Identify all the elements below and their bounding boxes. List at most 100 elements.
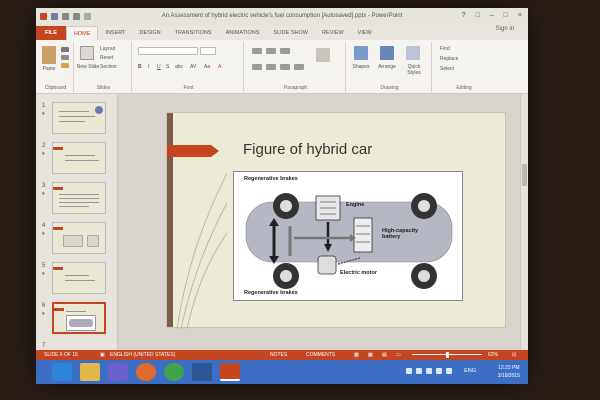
slide-accent-arrow: [167, 145, 219, 157]
find-button[interactable]: Find: [440, 46, 450, 52]
tab-insert[interactable]: INSERT: [98, 26, 132, 40]
zoom-level[interactable]: 62%: [488, 352, 498, 358]
char-spacing-button[interactable]: AV: [190, 64, 196, 70]
tab-design[interactable]: DESIGN: [133, 26, 168, 40]
normal-view-icon[interactable]: ▦: [354, 352, 359, 358]
tab-review[interactable]: REVIEW: [315, 26, 351, 40]
volume-icon[interactable]: [436, 368, 442, 374]
tray-icon[interactable]: [416, 368, 422, 374]
thumbnail-row[interactable]: 3 ★: [36, 182, 118, 218]
select-button[interactable]: Select: [440, 66, 454, 72]
slide-thumbnails-pane: 1 ★ 2 ★ 3 ★ 4 ★ 5 ★ 6 ★ 7: [36, 94, 118, 350]
thumbnail-row[interactable]: 1 ★: [36, 102, 118, 138]
battery-icon[interactable]: [446, 368, 452, 374]
underline-button[interactable]: U: [157, 64, 161, 70]
help-button[interactable]: ?: [462, 12, 466, 19]
scrollbar-thumb[interactable]: [522, 164, 527, 186]
align-center-icon[interactable]: [266, 64, 276, 70]
language-indicator[interactable]: ENGLISH (UNITED STATES): [110, 352, 175, 358]
fit-slide-icon[interactable]: ⊡: [512, 352, 516, 358]
replace-button[interactable]: Replace: [440, 56, 458, 62]
font-color-button[interactable]: A: [218, 64, 221, 70]
reading-view-icon[interactable]: ▤: [382, 352, 387, 358]
tab-view[interactable]: VIEW: [351, 26, 379, 40]
italic-button[interactable]: I: [148, 64, 149, 70]
tray-icon[interactable]: [406, 368, 412, 374]
slide-title[interactable]: Figure of hybrid car: [243, 141, 372, 158]
powerpoint-taskbar-icon[interactable]: [220, 363, 240, 381]
numbering-icon[interactable]: [266, 48, 276, 54]
slide-thumbnail[interactable]: [52, 102, 106, 134]
section-button[interactable]: Section: [100, 64, 117, 70]
new-slide-button[interactable]: New Slide: [76, 64, 100, 70]
thumbnail-row[interactable]: 6 ★: [36, 302, 118, 338]
bold-button[interactable]: B: [138, 64, 142, 70]
cut-icon[interactable]: [61, 47, 69, 52]
vertical-scrollbar[interactable]: [520, 94, 528, 350]
quick-styles-button[interactable]: Quick Styles: [402, 64, 426, 76]
new-slide-icon[interactable]: [80, 46, 94, 60]
zoom-slider-thumb[interactable]: [446, 352, 449, 358]
word-icon[interactable]: [192, 363, 212, 381]
font-group-label: Font: [183, 85, 194, 91]
shapes-button[interactable]: Shapes: [350, 64, 372, 70]
align-left-icon[interactable]: [252, 64, 262, 70]
tab-file[interactable]: FILE: [36, 26, 66, 40]
maximize-button[interactable]: □: [504, 12, 508, 19]
arrange-icon[interactable]: [380, 46, 394, 60]
tab-transitions[interactable]: TRANSITIONS: [168, 26, 219, 40]
layout-button[interactable]: Layout: [100, 46, 115, 52]
notes-button[interactable]: NOTES: [270, 352, 287, 358]
text-direction-icon[interactable]: [316, 48, 330, 62]
drawing-group: Shapes Arrange Quick Styles Drawing: [348, 42, 432, 92]
ribbon-display-button[interactable]: □: [476, 12, 480, 19]
format-painter-icon[interactable]: [61, 63, 69, 68]
shadow-button[interactable]: abc: [175, 64, 183, 70]
visual-studio-icon[interactable]: [108, 363, 128, 381]
close-button[interactable]: ×: [518, 12, 522, 19]
comments-button[interactable]: COMMENTS: [306, 352, 335, 358]
quick-styles-icon[interactable]: [406, 46, 420, 60]
font-name-box[interactable]: [138, 47, 198, 55]
reset-button[interactable]: Reset: [100, 55, 113, 61]
regenerative-brakes-bottom-label: Regenerative brakes: [244, 290, 298, 296]
sign-in-link[interactable]: Sign in: [496, 26, 514, 32]
slide-thumbnail-selected[interactable]: [52, 302, 106, 334]
spellcheck-icon[interactable]: ▣: [100, 352, 105, 358]
internet-explorer-icon[interactable]: [52, 363, 72, 381]
thumbnail-row[interactable]: 4 ★: [36, 222, 118, 258]
paste-icon[interactable]: [42, 46, 56, 64]
firefox-icon[interactable]: [136, 363, 156, 381]
align-right-icon[interactable]: [280, 64, 290, 70]
slide-thumbnail[interactable]: [52, 182, 106, 214]
language-bar[interactable]: ENG: [464, 368, 476, 374]
tab-home[interactable]: HOME: [65, 26, 99, 40]
strikethrough-button[interactable]: S: [166, 64, 169, 70]
copy-icon[interactable]: [61, 55, 69, 60]
font-size-box[interactable]: [200, 47, 216, 55]
bullets-icon[interactable]: [252, 48, 262, 54]
hybrid-car-figure[interactable]: Regenerative brakes Engine High-capacity…: [233, 171, 463, 301]
change-case-button[interactable]: Aa: [204, 64, 210, 70]
system-clock[interactable]: 12:23 PM 3/18/2015: [498, 364, 520, 380]
slideshow-view-icon[interactable]: ▭: [396, 352, 401, 358]
slide-thumbnail[interactable]: [52, 262, 106, 294]
indent-icon[interactable]: [280, 48, 290, 54]
current-slide[interactable]: Figure of hybrid car Regenerative brakes…: [166, 112, 506, 329]
chrome-icon[interactable]: [164, 363, 184, 381]
slide-sorter-icon[interactable]: ▦: [368, 352, 373, 358]
network-icon[interactable]: [426, 368, 432, 374]
tab-animations[interactable]: ANIMATIONS: [219, 26, 267, 40]
justify-icon[interactable]: [294, 64, 304, 70]
arrange-button[interactable]: Arrange: [375, 64, 399, 70]
file-explorer-icon[interactable]: [80, 363, 100, 381]
shapes-icon[interactable]: [354, 46, 368, 60]
paste-button[interactable]: Paste: [40, 66, 58, 72]
font-group: B I U S abc AV Aa A Font: [134, 42, 244, 92]
slide-thumbnail[interactable]: [52, 142, 106, 174]
minimize-button[interactable]: –: [490, 12, 494, 19]
tab-slide-show[interactable]: SLIDE SHOW: [266, 26, 315, 40]
thumbnail-row[interactable]: 5 ★: [36, 262, 118, 298]
thumbnail-row[interactable]: 2 ★: [36, 142, 118, 178]
slide-thumbnail[interactable]: [52, 222, 106, 254]
